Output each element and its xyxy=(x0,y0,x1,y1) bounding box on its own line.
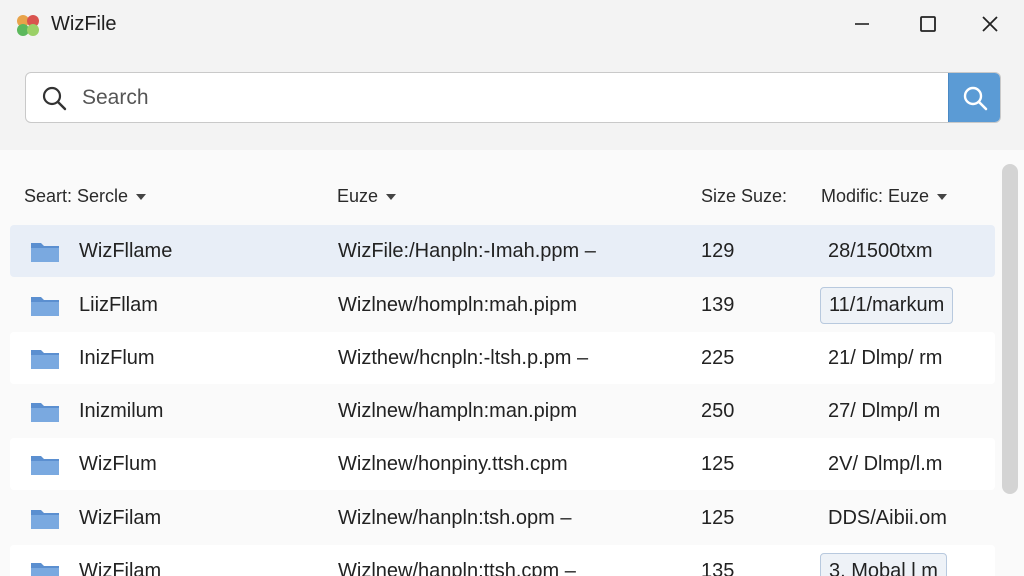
column-header-label: Seart: Sercle xyxy=(24,186,129,206)
file-path: Wizthew/hcnpln:-ltsh.p.pm – xyxy=(338,347,589,369)
folder-icon xyxy=(31,243,59,262)
search-button[interactable] xyxy=(948,73,1000,122)
column-header-label: Size Suze: xyxy=(701,186,788,206)
column-header-row: Seart: Sercle Euze Size Suze: Modific: E… xyxy=(0,150,1000,230)
column-header-path[interactable]: Euze xyxy=(337,186,397,207)
column-header-label: Modific: Euze xyxy=(821,186,930,206)
title-bar: WizFile xyxy=(0,0,1024,48)
file-size: 135 xyxy=(701,560,735,576)
file-path: Wizlnew/hanpln:ttsh.cpm – xyxy=(338,560,576,576)
column-header-label: Euze xyxy=(337,186,379,206)
close-icon xyxy=(982,16,998,32)
file-size: 139 xyxy=(701,294,735,316)
maximize-button[interactable] xyxy=(904,6,952,42)
search-input[interactable] xyxy=(82,73,942,122)
table-row[interactable]: WizFilam Wizlnew/hanpln:ttsh.cpm – 135 3… xyxy=(10,545,995,576)
file-path: Wizlnew/hompln:mah.pipm xyxy=(338,294,577,316)
file-size: 250 xyxy=(701,400,735,422)
file-size: 125 xyxy=(701,453,735,475)
search-icon xyxy=(42,86,67,111)
file-path: WizFile:/Hanpln:-Imah.ppm – xyxy=(338,240,596,262)
file-modified: 2V/ Dlmp/l.m xyxy=(828,453,943,475)
file-name: LiizFllam xyxy=(79,294,158,316)
chevron-down-icon xyxy=(937,193,948,200)
file-name: InizFlum xyxy=(79,347,155,369)
folder-icon xyxy=(31,403,59,422)
folder-icon xyxy=(31,563,59,576)
app-logo-icon xyxy=(17,15,39,36)
file-size: 225 xyxy=(701,347,735,369)
file-path: Wizlnew/honpiny.ttsh.cpm xyxy=(338,453,568,475)
file-size: 125 xyxy=(701,507,735,529)
maximize-icon xyxy=(920,16,936,32)
minimize-icon xyxy=(855,23,869,25)
file-path: Wizlnew/hampln:man.pipm xyxy=(338,400,577,422)
file-modified: 28/1500txm xyxy=(828,240,933,262)
close-button[interactable] xyxy=(966,6,1014,42)
file-modified: 21/ Dlmp/ rm xyxy=(828,347,943,369)
vertical-scrollbar[interactable] xyxy=(1002,164,1018,494)
table-row[interactable]: WizFllame WizFile:/Hanpln:-Imah.ppm – 12… xyxy=(10,225,995,277)
folder-icon xyxy=(31,510,59,529)
column-header-name[interactable]: Seart: Sercle xyxy=(24,186,147,207)
search-icon xyxy=(963,86,987,110)
table-row[interactable]: Inizmilum Wizlnew/hampln:man.pipm 250 27… xyxy=(10,385,995,437)
chevron-down-icon xyxy=(386,193,397,200)
file-size: 129 xyxy=(701,240,735,262)
file-name: WizFilam xyxy=(79,560,162,576)
file-modified[interactable]: 3. Mobal l m xyxy=(820,553,947,576)
minimize-button[interactable] xyxy=(838,6,886,42)
results-list: Seart: Sercle Euze Size Suze: Modific: E… xyxy=(0,150,1024,576)
window-title: WizFile xyxy=(51,13,117,35)
file-path: Wizlnew/hanpln:tsh.opm – xyxy=(338,507,572,529)
file-name: WizFlum xyxy=(79,453,157,475)
file-name: Inizmilum xyxy=(79,400,164,422)
file-modified[interactable]: 11/1/markum xyxy=(820,287,954,324)
column-header-size[interactable]: Size Suze: xyxy=(701,186,787,207)
table-row[interactable]: LiizFllam Wizlnew/hompln:mah.pipm 139 11… xyxy=(10,279,995,331)
folder-icon xyxy=(31,350,59,369)
table-row[interactable]: WizFlum Wizlnew/honpiny.ttsh.cpm 125 2V/… xyxy=(10,438,995,490)
search-bar xyxy=(25,72,1001,123)
column-header-modified[interactable]: Modific: Euze xyxy=(821,186,948,207)
file-name: WizFllame xyxy=(79,240,173,262)
folder-icon xyxy=(31,456,59,475)
folder-icon xyxy=(31,297,59,316)
chevron-down-icon xyxy=(136,193,147,200)
file-modified: DDS/Aibii.om xyxy=(828,507,947,529)
table-row[interactable]: InizFlum Wizthew/hcnpln:-ltsh.p.pm – 225… xyxy=(10,332,995,384)
file-name: WizFilam xyxy=(79,507,162,529)
file-modified: 27/ Dlmp/l m xyxy=(828,400,941,422)
table-row[interactable]: WizFilam Wizlnew/hanpln:tsh.opm – 125 DD… xyxy=(10,492,995,544)
